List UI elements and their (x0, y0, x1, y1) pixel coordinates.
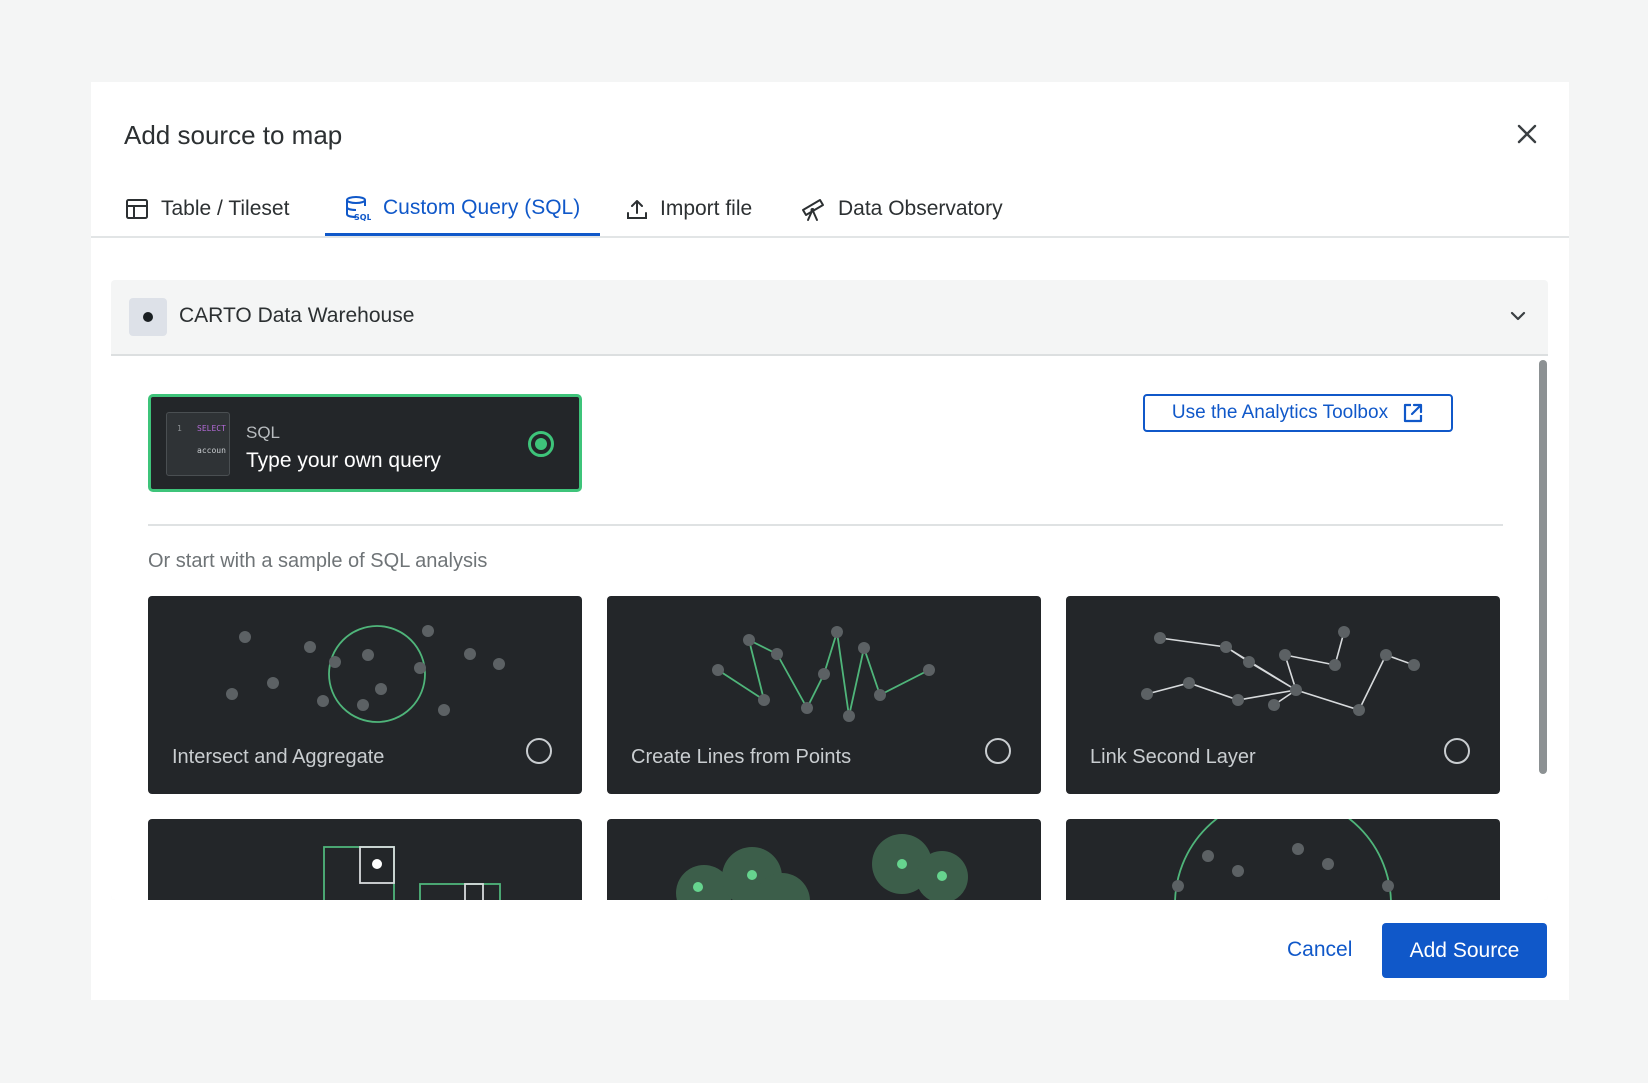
grid-illustration (323, 846, 501, 900)
tab-data-observatory[interactable]: Data Observatory (780, 182, 1023, 236)
sample-label: Create Lines from Points (631, 746, 852, 768)
telescope-icon (802, 199, 824, 221)
sql-option-kicker: SQL (246, 423, 281, 442)
source-tabs: Table / Tileset SQL Custom Query (SQL) I… (91, 182, 1569, 238)
sample-card-6[interactable] (1066, 819, 1500, 900)
connection-label: CARTO Data Warehouse (179, 304, 415, 327)
cancel-button[interactable]: Cancel (1287, 922, 1352, 978)
close-icon (1517, 124, 1537, 144)
analytics-toolbox-button[interactable]: Use the Analytics Toolbox (1143, 394, 1453, 432)
tab-import-file[interactable]: Import file (606, 182, 772, 236)
connection-icon (129, 298, 167, 336)
query-options: 1 SELECT accoun SQL Type your own query … (111, 356, 1548, 900)
sql-option-radio[interactable] (528, 431, 554, 457)
analytics-toolbox-label: Use the Analytics Toolbox (1171, 402, 1389, 423)
tab-label: Table / Tileset (161, 197, 290, 220)
sample-card-5[interactable] (607, 819, 1041, 900)
dialog-title: Add source to map (124, 120, 343, 150)
external-link-icon (1403, 403, 1423, 423)
sample-intersect-aggregate[interactable]: Intersect and Aggregate (148, 596, 582, 794)
sql-option-card[interactable]: 1 SELECT accoun SQL Type your own query (148, 394, 582, 492)
thumb-text: accoun (197, 446, 226, 455)
sample-radio[interactable] (985, 738, 1011, 764)
upload-icon (627, 200, 647, 219)
add-source-button[interactable]: Add Source (1382, 923, 1547, 978)
sample-radio[interactable] (1444, 738, 1470, 764)
tab-label: Import file (660, 197, 753, 220)
sample-create-lines[interactable]: Create Lines from Points (607, 596, 1041, 794)
thumb-line-number: 1 (177, 424, 182, 433)
sql-option-title: Type your own query (246, 449, 441, 472)
sample-link-second-layer[interactable]: Link Second Layer (1066, 596, 1500, 794)
tab-custom-query[interactable]: SQL Custom Query (SQL) (325, 182, 601, 236)
close-button[interactable] (1511, 118, 1543, 150)
svg-text:SQL: SQL (354, 213, 371, 221)
sample-radio[interactable] (526, 738, 552, 764)
sample-card-4[interactable] (148, 819, 582, 900)
section-divider (148, 524, 1503, 526)
sample-label: Link Second Layer (1090, 746, 1256, 768)
thumb-keyword: SELECT (197, 424, 226, 433)
panel-scrollbar[interactable] (1539, 360, 1547, 774)
chevron-down-icon[interactable] (1508, 306, 1528, 326)
buffer-illustration (676, 834, 968, 900)
tab-label: Custom Query (SQL) (383, 195, 581, 219)
tab-table-tileset[interactable]: Table / Tileset (105, 182, 309, 236)
samples-heading: Or start with a sample of SQL analysis (148, 550, 488, 572)
tab-label: Data Observatory (838, 197, 1003, 220)
connection-header[interactable]: CARTO Data Warehouse (111, 280, 1548, 356)
add-source-dialog: Add source to map Table / Tileset SQL Cu… (91, 82, 1569, 1000)
sql-database-icon: SQL (346, 195, 371, 221)
radius-illustration (1172, 819, 1394, 900)
sql-editor-thumbnail: 1 SELECT accoun (166, 412, 230, 476)
connection-panel: CARTO Data Warehouse 1 SELECT accoun SQL… (111, 280, 1548, 900)
sample-label: Intersect and Aggregate (172, 746, 385, 768)
table-icon (126, 199, 148, 219)
